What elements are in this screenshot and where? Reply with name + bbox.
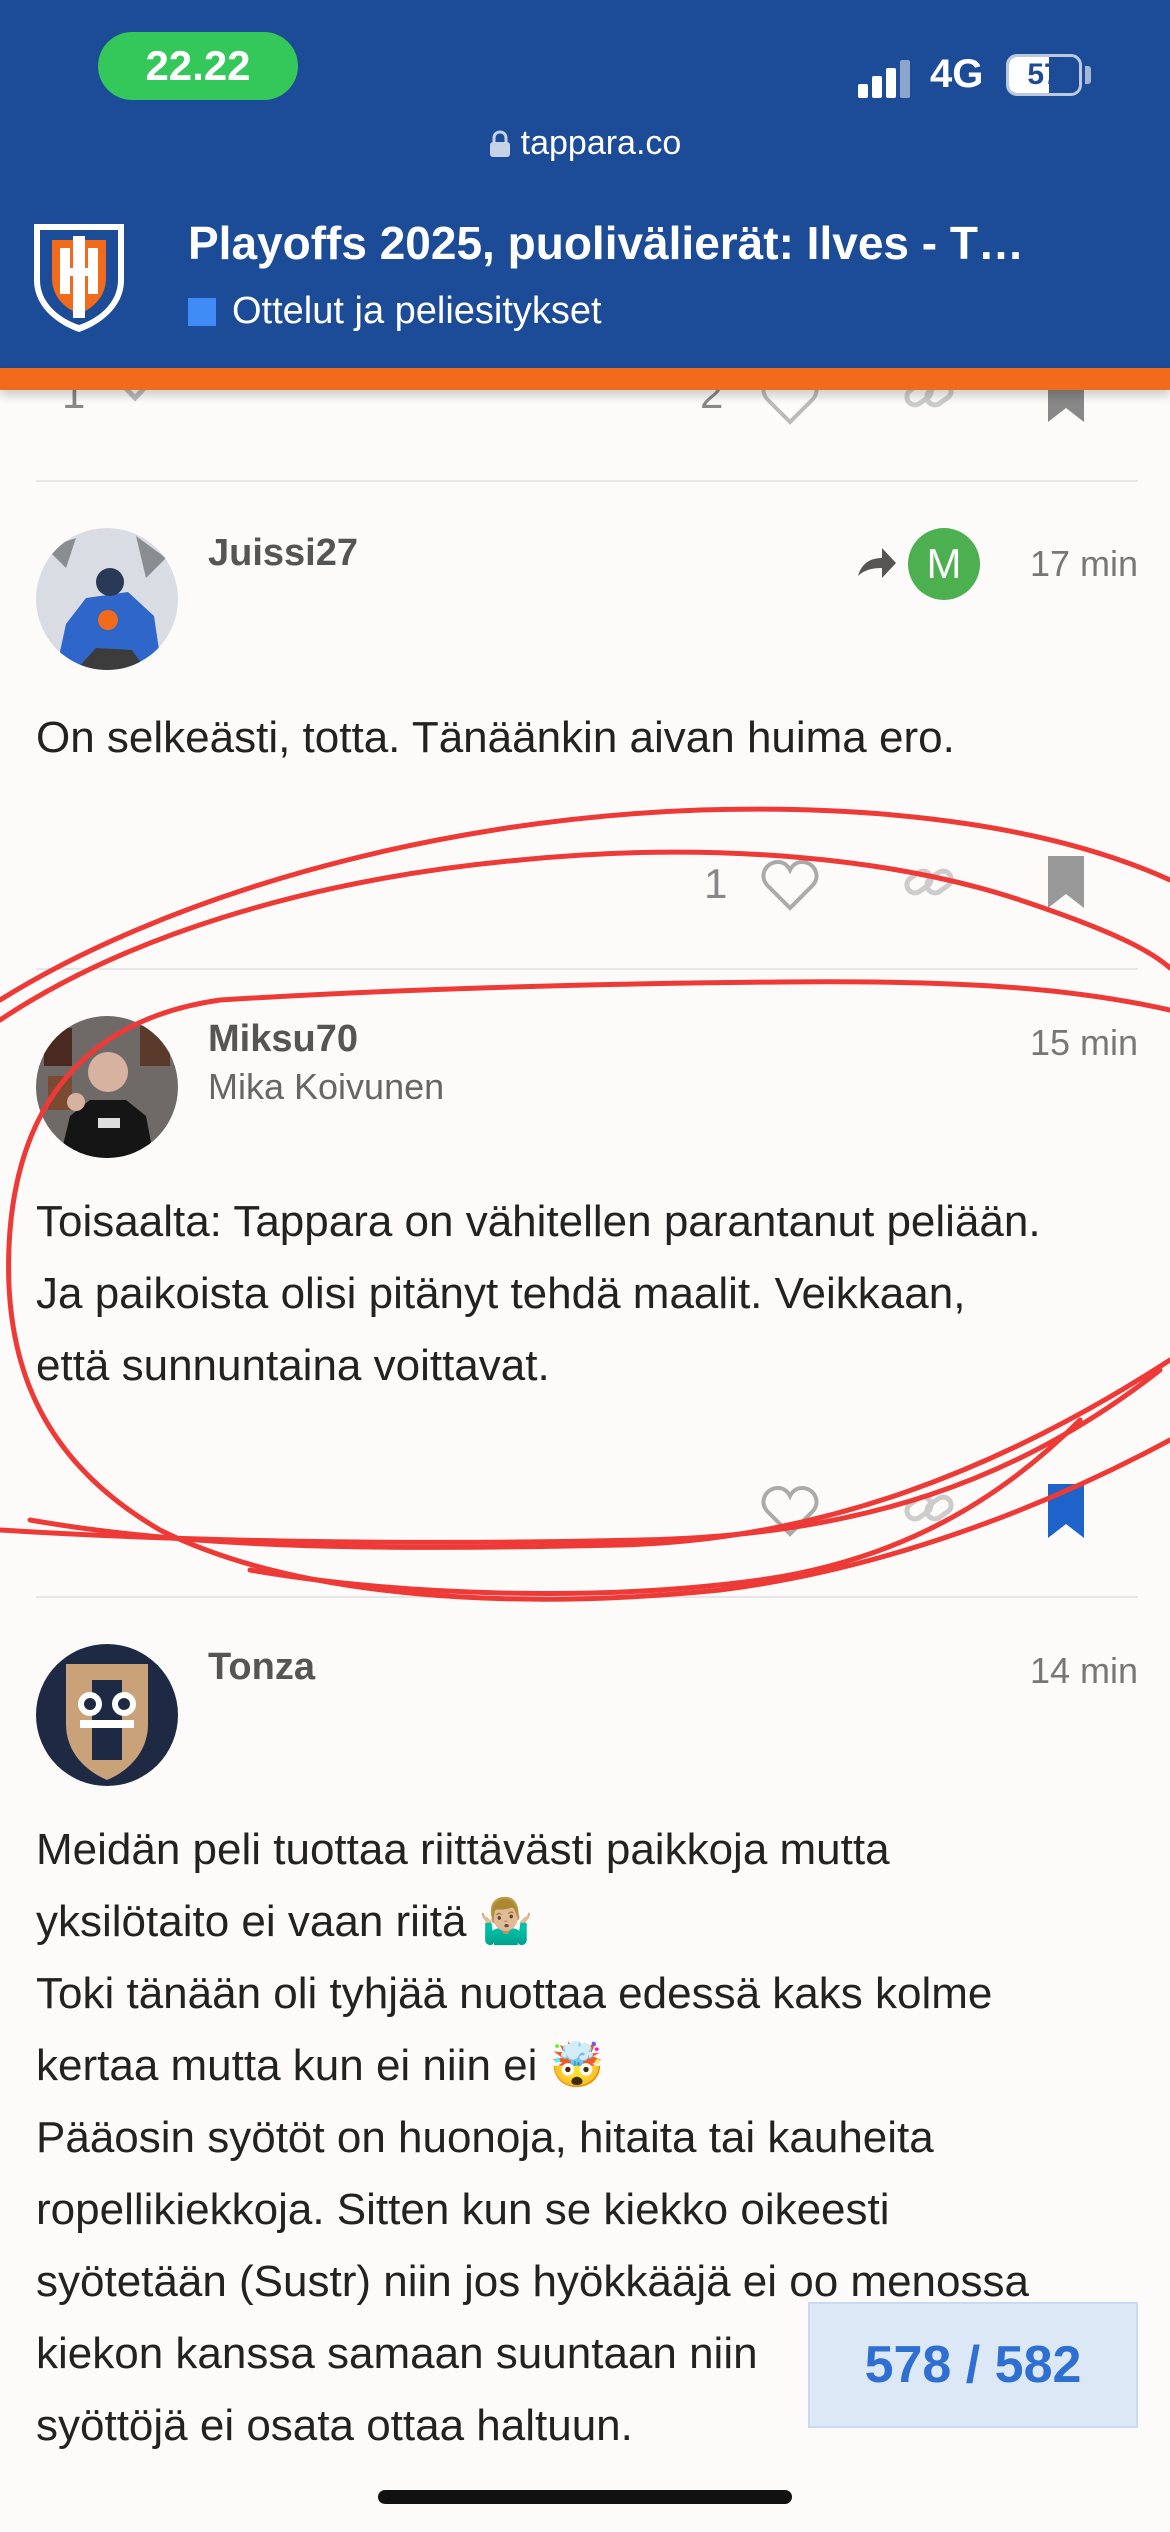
post-line: että sunnuntaina voittavat. xyxy=(36,1341,550,1390)
post-line: Toki tänään oli tyhjää nuottaa edessä ka… xyxy=(36,1969,993,2018)
post-divider xyxy=(36,1596,1138,1598)
avatar-miksu70[interactable] xyxy=(36,1016,178,1158)
battery-level: 57 xyxy=(1027,58,1061,91)
post-line: Toisaalta: Tappara on vähitellen paranta… xyxy=(36,1197,1041,1246)
post-line: Pääosin syötöt on huonoja, hitaita tai k… xyxy=(36,2113,934,2162)
post-line: Ja paikoista olisi pitänyt tehdä maalit.… xyxy=(36,1269,966,1318)
site-header: 22.22 4G 57 tappara.co Playoffs 2025, pu… xyxy=(0,0,1170,368)
cellular-signal-icon xyxy=(858,58,914,98)
header-accent-bar xyxy=(0,368,1170,390)
post-body: Toisaalta: Tappara on vähitellen paranta… xyxy=(36,1186,1041,1402)
lock-icon xyxy=(489,130,510,157)
topic-title[interactable]: Playoffs 2025, puolivälierät: Ilves - T… xyxy=(188,216,1088,270)
post-body: On selkeästi, totta. Tänäänkin aivan hui… xyxy=(36,702,955,774)
post-date[interactable]: 17 min xyxy=(1000,543,1138,585)
post-line: Meidän peli tuottaa riittävästi paikkoja… xyxy=(36,1825,890,1874)
avatar-juissi27[interactable] xyxy=(36,528,178,670)
address-bar[interactable]: tappara.co xyxy=(0,124,1170,163)
link-icon[interactable] xyxy=(900,1484,960,1534)
post-full-name: Mika Koivunen xyxy=(208,1066,445,1107)
topic-progress-indicator[interactable]: 578 / 582 xyxy=(808,2302,1138,2428)
bookmark-active-icon[interactable] xyxy=(1046,1484,1086,1540)
post-username[interactable]: Tonza xyxy=(208,1646,315,1689)
battery-cap xyxy=(1085,66,1091,84)
like-count: 1 xyxy=(704,860,728,907)
link-icon[interactable] xyxy=(900,858,960,908)
post-divider xyxy=(36,480,1138,482)
post-date[interactable]: 15 min xyxy=(1000,1022,1138,1064)
like-icon[interactable] xyxy=(760,1484,820,1538)
category-name: Ottelut ja peliesitykset xyxy=(232,290,602,332)
avatar-tonza[interactable] xyxy=(36,1644,178,1786)
url-text: tappara.co xyxy=(520,124,682,162)
reply-arrow-icon xyxy=(858,548,896,578)
post-date[interactable]: 14 min xyxy=(1000,1650,1138,1692)
post-line: On selkeästi, totta. Tänäänkin aivan hui… xyxy=(36,713,955,762)
like-icon[interactable] xyxy=(760,858,820,912)
topic-category[interactable]: Ottelut ja peliesitykset xyxy=(188,290,602,333)
bookmark-icon[interactable] xyxy=(1046,856,1086,910)
post-divider xyxy=(36,968,1138,970)
post-line: kertaa mutta kun ei niin ei 🤯 xyxy=(36,2041,605,2090)
home-indicator xyxy=(378,2490,792,2504)
battery-icon: 57 xyxy=(1006,54,1082,96)
network-type: 4G xyxy=(930,52,984,96)
reply-to-avatar[interactable]: M xyxy=(908,528,980,600)
tappara-logo-icon[interactable] xyxy=(30,218,128,334)
status-time: 22.22 xyxy=(98,32,298,100)
post-line: ropellikiekkoja. Sitten kun se kiekko oi… xyxy=(36,2185,890,2234)
post-username[interactable]: Juissi27 xyxy=(208,532,358,575)
category-color-badge xyxy=(188,297,216,326)
post-username[interactable]: Miksu70 xyxy=(208,1018,358,1061)
post-line: yksilötaito ei vaan riitä 🤷🏼‍♂️ xyxy=(36,1897,534,1946)
